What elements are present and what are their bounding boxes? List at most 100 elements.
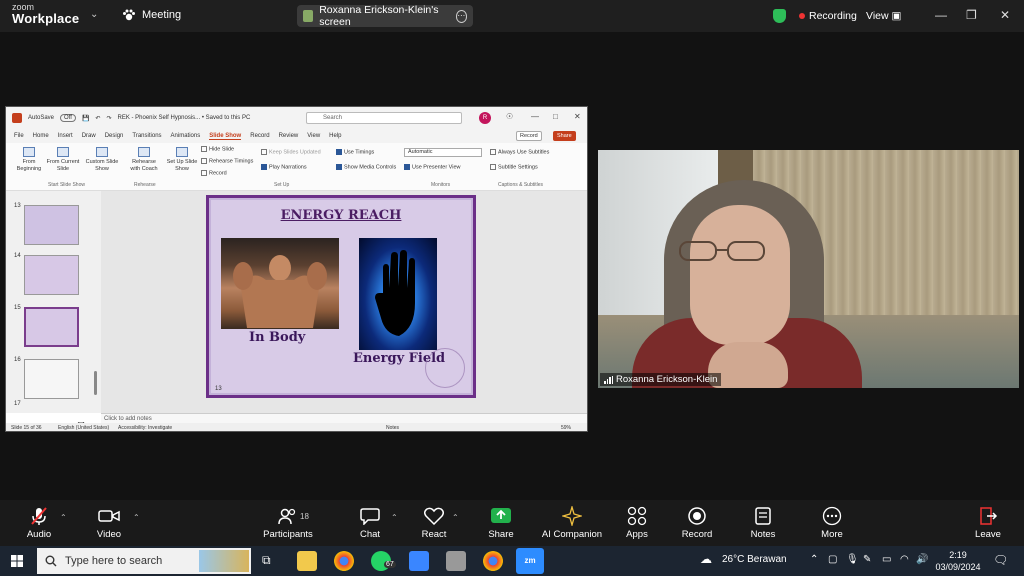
security-shield-icon[interactable] [773, 9, 786, 23]
status-accessibility[interactable]: Accessibility: Investigate [118, 423, 172, 431]
react-options-caret-icon[interactable]: ⌃ [452, 513, 459, 522]
menu-record[interactable]: Record [250, 133, 269, 139]
more-options-icon[interactable]: ··· [455, 9, 467, 23]
taskbar-search-box[interactable]: Type here to search [37, 548, 251, 574]
notes-button[interactable]: Notes [731, 506, 795, 540]
custom-show-button[interactable]: Custom Slide Show [84, 147, 120, 172]
windows-start-icon[interactable] [11, 555, 23, 567]
status-notes-button[interactable]: Notes [386, 423, 399, 431]
chrome-icon[interactable] [334, 551, 354, 571]
more-button[interactable]: More [800, 506, 864, 540]
taskbar-clock[interactable]: 2:19 03/09/2024 [935, 549, 981, 573]
task-view-icon[interactable]: ⧉ [262, 553, 271, 568]
ai-companion-button[interactable]: AI Companion [540, 506, 604, 540]
pen-icon[interactable]: ✎ [863, 554, 871, 565]
chrome-profile-icon[interactable] [483, 551, 503, 571]
recording-indicator[interactable]: Recording [799, 10, 857, 22]
chat-options-caret-icon[interactable]: ⌃ [391, 513, 398, 522]
menu-draw[interactable]: Draw [82, 133, 96, 139]
save-icon[interactable]: 💾 [82, 115, 89, 122]
show-media-checkbox[interactable]: Show Media Controls [336, 164, 396, 170]
menu-file[interactable]: File [14, 133, 24, 139]
shared-screen-pill[interactable]: Roxanna Erickson-Klein's screen ··· [297, 4, 473, 28]
wifi-icon[interactable]: ◠ [900, 554, 909, 565]
microphone-icon[interactable]: 🎙 [846, 554, 859, 565]
rehearse-timings-button[interactable]: Rehearse Timings [201, 158, 253, 164]
always-subtitles-checkbox[interactable]: Always Use Subtitles [490, 149, 549, 155]
record-button[interactable]: Record [665, 506, 729, 540]
user-avatar[interactable]: R [479, 112, 491, 124]
slide-editor[interactable]: ENERGY REACH In Body Energy Field 13 [101, 191, 587, 413]
video-options-caret-icon[interactable]: ⌃ [133, 513, 140, 522]
chat-button[interactable]: Chat [338, 506, 402, 540]
slide-thumbnail-selected[interactable] [24, 307, 79, 347]
from-current-button[interactable]: From Current Slide [46, 147, 80, 172]
calculator-icon[interactable] [446, 551, 466, 571]
leave-button[interactable]: Leave [956, 506, 1020, 540]
tray-chevron-icon[interactable]: ⌃ [810, 554, 818, 565]
meeting-info-button[interactable]: Meeting [122, 9, 181, 21]
weather-text[interactable]: 26°C Berawan [722, 554, 787, 565]
menu-transitions[interactable]: Transitions [132, 133, 161, 139]
chevron-down-icon[interactable]: ⌄ [90, 9, 98, 20]
subtitle-settings-button[interactable]: Subtitle Settings [490, 164, 538, 170]
thumbnail-scrollbar[interactable] [94, 371, 97, 395]
menu-view[interactable]: View [307, 133, 320, 139]
use-timings-checkbox[interactable]: Use Timings [336, 149, 374, 155]
from-beginning-button[interactable]: From Beginning [14, 147, 44, 172]
participant-video-tile[interactable]: Roxanna Erickson-Klein [598, 150, 1019, 388]
keep-updated-checkbox[interactable]: Keep Slides Updated [261, 149, 321, 155]
play-narrations-checkbox[interactable]: Play Narrations [261, 164, 307, 170]
audio-options-caret-icon[interactable]: ⌃ [60, 513, 67, 522]
notes-pane[interactable]: Click to add notes [101, 413, 587, 423]
slide-thumbnail-pane[interactable]: 13 14 15 16 17 ⇔ [6, 191, 101, 430]
redo-icon[interactable]: ↷ [106, 115, 111, 122]
close-icon[interactable]: ✕ [1000, 8, 1010, 22]
battery-icon[interactable]: ▭ [882, 554, 891, 565]
ppt-restore-icon[interactable]: □ [553, 112, 558, 121]
hide-slide-button[interactable]: Hide Slide [201, 146, 234, 152]
apps-button[interactable]: Apps [605, 506, 669, 540]
tray-app-icon[interactable]: ▢ [828, 554, 837, 565]
ppt-search-box[interactable]: Search [306, 112, 462, 124]
share-screen-button[interactable]: Share [469, 506, 533, 540]
menu-home[interactable]: Home [33, 133, 49, 139]
menu-help[interactable]: Help [329, 133, 341, 139]
undo-icon[interactable]: ↶ [95, 115, 100, 122]
ppt-share-button[interactable]: Share [553, 131, 576, 141]
app-icon[interactable] [409, 551, 429, 571]
status-language[interactable]: English (United States) [58, 423, 109, 431]
current-slide[interactable]: ENERGY REACH In Body Energy Field 13 [206, 195, 476, 398]
status-zoom[interactable]: 59% [561, 423, 571, 431]
lightbulb-icon[interactable]: ☉ [506, 112, 513, 121]
presenter-view-checkbox[interactable]: Use Presenter View [404, 164, 461, 170]
shared-powerpoint-window[interactable]: AutoSave Off 💾 ↶ ↷ REK - Phoenix Self Hy… [5, 106, 588, 432]
volume-icon[interactable]: 🔊 [916, 554, 928, 565]
setup-show-button[interactable]: Set Up Slide Show [166, 147, 198, 172]
rehearse-coach-button[interactable]: Rehearse with Coach [128, 147, 160, 172]
slide-thumbnail[interactable] [24, 205, 79, 245]
audio-button[interactable]: Audio [7, 506, 71, 540]
menu-insert[interactable]: Insert [58, 133, 73, 139]
zoom-taskbar-icon[interactable]: zm [516, 548, 544, 574]
autosave-toggle[interactable]: Off [60, 114, 76, 122]
ppt-record-button[interactable]: Record [516, 131, 542, 141]
menu-animations[interactable]: Animations [171, 133, 201, 139]
monitor-select[interactable]: Automatic [404, 148, 482, 157]
notification-icon[interactable]: 🗨 [993, 553, 1008, 567]
video-button[interactable]: Video [77, 506, 141, 540]
participants-button[interactable]: Participants [256, 506, 320, 540]
slide-thumbnail[interactable] [24, 359, 79, 399]
menu-review[interactable]: Review [279, 133, 299, 139]
file-explorer-icon[interactable] [297, 551, 317, 571]
restore-icon[interactable]: ❐ [966, 8, 977, 22]
menu-slide-show[interactable]: Slide Show [209, 133, 242, 140]
ppt-close-icon[interactable]: ✕ [574, 112, 581, 121]
view-button[interactable]: View ▣ [866, 10, 901, 22]
menu-design[interactable]: Design [105, 133, 124, 139]
react-button[interactable]: React [402, 506, 466, 540]
slide-thumbnail[interactable] [24, 255, 79, 295]
ppt-minimize-icon[interactable]: — [531, 112, 539, 121]
ribbon-record-button[interactable]: Record [201, 170, 227, 176]
minimize-icon[interactable]: — [935, 8, 947, 22]
